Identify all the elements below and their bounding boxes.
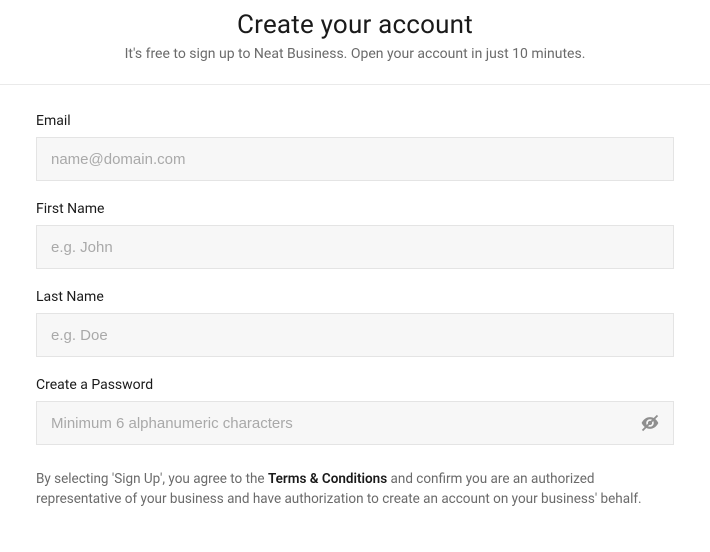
terms-prefix: By selecting 'Sign Up', you agree to the — [36, 471, 268, 487]
email-label: Email — [36, 113, 674, 129]
signup-form: Email First Name Last Name Create a Pass… — [0, 85, 710, 510]
password-group: Create a Password — [36, 377, 674, 445]
password-field[interactable] — [36, 401, 674, 445]
last-name-group: Last Name — [36, 289, 674, 357]
first-name-group: First Name — [36, 201, 674, 269]
page-title: Create your account — [0, 10, 710, 40]
page-header: Create your account It's free to sign up… — [0, 0, 710, 85]
password-label: Create a Password — [36, 377, 674, 393]
first-name-field[interactable] — [36, 225, 674, 269]
eye-hidden-icon[interactable] — [640, 413, 660, 433]
email-field[interactable] — [36, 137, 674, 181]
last-name-label: Last Name — [36, 289, 674, 305]
terms-link[interactable]: Terms & Conditions — [268, 471, 387, 487]
terms-text: By selecting 'Sign Up', you agree to the… — [36, 469, 674, 510]
first-name-label: First Name — [36, 201, 674, 217]
last-name-field[interactable] — [36, 313, 674, 357]
page-subtitle: It's free to sign up to Neat Business. O… — [0, 46, 710, 62]
email-group: Email — [36, 113, 674, 181]
